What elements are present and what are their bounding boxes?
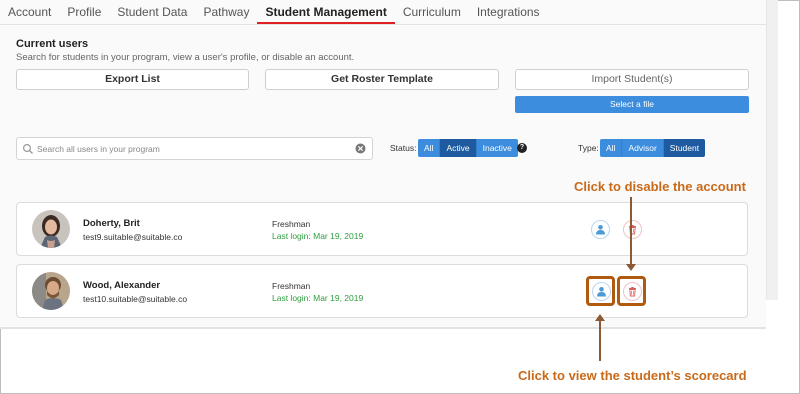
type-option-advisor[interactable]: Advisor [622,139,664,157]
tabs-divider [0,24,766,25]
last-login: Last login: Mar 19, 2019 [272,293,364,303]
tab-student-data[interactable]: Student Data [109,0,195,24]
type-option-student[interactable]: Student [663,139,706,157]
tab-pathway[interactable]: Pathway [195,0,257,24]
scrollbar[interactable] [766,0,778,300]
scorecard-highlight [586,276,615,306]
tab-student-management[interactable]: Student Management [257,0,395,24]
panel-bottom-edge [0,327,766,329]
clear-icon[interactable] [355,143,366,154]
status-option-active[interactable]: Active [440,139,477,157]
select-file-button[interactable]: Select a file [515,96,749,113]
last-login: Last login: Mar 19, 2019 [272,231,364,241]
tab-curriculum[interactable]: Curriculum [395,0,469,24]
user-email: test10.suitable@suitable.co [83,294,188,304]
status-filter: All Active Inactive [418,139,518,157]
user-email: test9.suitable@suitable.co [83,232,183,242]
scorecard-arrowhead [595,314,605,321]
user-name[interactable]: Doherty, Brit [83,218,140,229]
scorecard-callout: Click to view the student’s scorecard [518,368,747,383]
disable-arrow [630,197,632,265]
status-option-inactive[interactable]: Inactive [476,139,518,157]
disable-arrowhead [626,264,636,271]
user-icon [596,225,605,235]
get-roster-template-button[interactable]: Get Roster Template [265,69,499,90]
search-input[interactable] [37,141,337,156]
type-filter: All Advisor Student [600,139,706,157]
section-description: Search for students in your program, vie… [16,52,355,63]
disable-highlight [617,276,646,306]
scorecard-arrow [599,321,601,361]
user-level: Freshman [272,281,311,291]
avatar [32,210,70,248]
tab-account[interactable]: Account [0,0,59,24]
student-management-panel: Account Profile Student Data Pathway Stu… [0,0,766,328]
help-icon[interactable]: ? [517,143,527,153]
type-option-all[interactable]: All [600,139,623,157]
tab-profile[interactable]: Profile [59,0,109,24]
avatar [32,272,70,310]
search-icon [22,143,33,154]
user-card: Doherty, Brit test9.suitable@suitable.co… [16,202,748,256]
search-box [16,137,373,160]
disable-account-button[interactable] [623,220,642,239]
status-filter-label: Status: [390,143,417,153]
tab-bar: Account Profile Student Data Pathway Stu… [0,0,548,24]
user-level: Freshman [272,219,311,229]
export-list-button[interactable]: Export List [16,69,249,90]
user-name[interactable]: Wood, Alexander [83,280,160,291]
type-filter-label: Type: [578,143,599,153]
import-students-button[interactable]: Import Student(s) [515,69,749,90]
section-title: Current users [16,38,89,50]
view-scorecard-button[interactable] [591,220,610,239]
trash-icon [629,225,636,235]
tab-integrations[interactable]: Integrations [469,0,548,24]
status-option-all[interactable]: All [418,139,441,157]
disable-callout: Click to disable the account [574,179,746,194]
